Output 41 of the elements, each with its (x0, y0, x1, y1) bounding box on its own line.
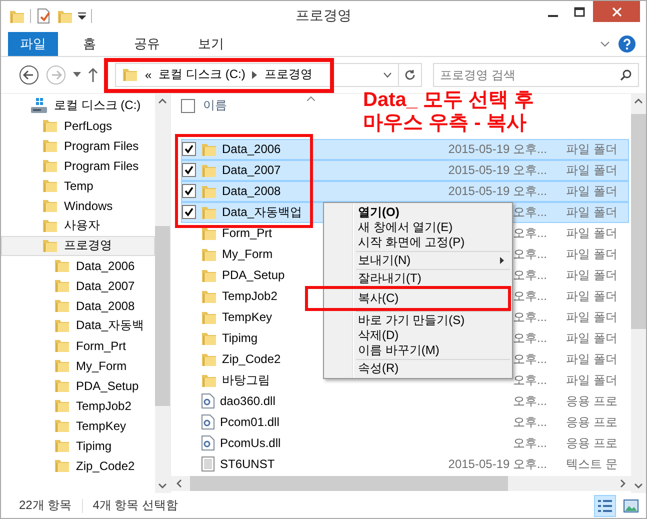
file-name: Data_자동백업 (222, 204, 302, 221)
type-cell-text: 파일 폴더 (565, 372, 618, 389)
date-cell: 2015-05-19 오후... (448, 162, 547, 179)
date-cell: 2015-05-19 오후... (448, 456, 547, 473)
date-cell: 오후... (512, 434, 547, 452)
date-cell: 오후... (512, 224, 547, 242)
date-cell: 오후... (512, 308, 547, 326)
type-cell-text: 파일 폴더 (565, 246, 618, 263)
type-cell-text: 파일 폴더 (565, 224, 618, 242)
type-cell-text: 응용 프로 (565, 414, 618, 431)
annotation-text: 마우스 우측 - 복사 (363, 112, 528, 135)
type-cell-text: 파일 폴더 (565, 162, 618, 179)
date-cell: 오후... (512, 330, 547, 347)
annotation-text: Data_ 모두 선택 후 (363, 89, 534, 112)
date-cell: 2015-05-19 오후... (448, 140, 547, 158)
date-cell: 오후... (512, 204, 547, 221)
type-cell-text: 파일 폴더 (565, 308, 618, 326)
type-cell-text: 파일 폴더 (565, 288, 618, 305)
date-cell: 오후... (512, 350, 547, 368)
window-title: 프로경영 (296, 7, 352, 26)
type-cell-text: 파일 폴더 (565, 330, 618, 347)
date-cell: 2015-05-19 오후... (448, 182, 547, 200)
item-count: 22개 항목 (19, 497, 72, 514)
type-cell-text: 파일 폴더 (565, 350, 618, 368)
date-cell: 오후... (512, 392, 547, 410)
type-cell-text: 응용 프로 (565, 392, 618, 410)
date-cell: 오후... (512, 414, 547, 431)
type-cell-text: 파일 폴더 (565, 140, 618, 158)
date-cell: 오후... (512, 246, 547, 263)
date-cell: 오후... (512, 266, 547, 284)
file-name: Data_2008 (222, 184, 281, 198)
type-cell-text: 텍스트 문 (565, 456, 618, 473)
date-cell: 오후... (512, 372, 547, 389)
type-cell-text: 응용 프로 (565, 434, 618, 452)
selection-count: 4개 항목 선택함 (92, 497, 178, 514)
type-cell-text: 파일 폴더 (565, 204, 618, 221)
type-cell-text: 파일 폴더 (565, 182, 618, 200)
file-name: Data_2006 (222, 142, 281, 156)
date-cell: 오후... (512, 288, 547, 305)
type-cell-text: 파일 폴더 (565, 266, 618, 284)
file-name: Data_2007 (222, 163, 281, 178)
